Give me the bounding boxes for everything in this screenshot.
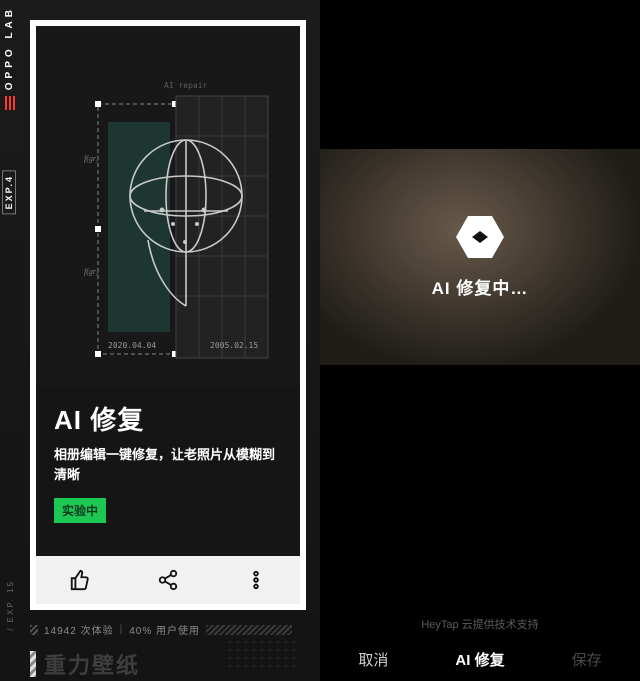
status-badge: 实验中 (54, 498, 106, 523)
share-icon (157, 569, 179, 591)
card-illustration: AI repair (36, 26, 300, 386)
stripe-decoration-icon (30, 625, 38, 635)
illu-label: AI repair (164, 81, 208, 90)
brand-accent-icon (5, 96, 15, 110)
stats-bar: 14942 次体验 | 40% 用户使用 (30, 622, 306, 637)
experiment-chip: EXP.4 (2, 170, 16, 214)
hexagon-icon (456, 216, 504, 258)
cancel-button[interactable]: 取消 (320, 649, 427, 670)
stats-plays: 14942 次体验 (44, 622, 114, 637)
loading-overlay: AI 修复中… (320, 149, 640, 365)
experiment-card[interactable]: AI repair (30, 20, 306, 610)
apply-ai-repair-button[interactable]: AI 修复 (427, 649, 534, 670)
powered-by-label: HeyTap 云提供技术支持 (320, 616, 640, 632)
share-button[interactable] (138, 556, 198, 604)
next-card-title: 重力壁纸 (44, 648, 140, 680)
ai-repair-panel: AI 修复中… HeyTap 云提供技术支持 取消 AI 修复 保存 (320, 0, 640, 681)
experiment-side-label: / EXP. 15 (6, 580, 15, 631)
side-rail: OPPO LAB (4, 6, 15, 110)
svg-text:2020.04.04: 2020.04.04 (108, 341, 156, 350)
card-subtitle: 相册编辑一键修复，让老照片从模糊到清晰 (54, 445, 282, 484)
dots-decoration-icon (226, 638, 302, 672)
more-vertical-icon (245, 569, 267, 591)
more-button[interactable] (226, 556, 286, 604)
bottom-action-bar: 取消 AI 修复 保存 (320, 637, 640, 681)
thumbs-up-icon (69, 569, 91, 591)
card-body: AI 修复 相册编辑一键修复，让老照片从模糊到清晰 实验中 (36, 386, 300, 556)
stripe-marker-icon (30, 651, 36, 677)
oppo-lab-panel: OPPO LAB EXP.4 / EXP. 15 AI repair (0, 0, 320, 681)
card-action-bar (36, 556, 300, 604)
stats-users: 40% 用户使用 (129, 622, 200, 637)
photo-stage: AI 修复中… (320, 149, 640, 365)
brand-logo: OPPO LAB (4, 6, 15, 90)
svg-text:2005.02.15: 2005.02.15 (210, 341, 258, 350)
stats-separator: | (120, 624, 124, 635)
stripe-decoration-icon (206, 625, 292, 635)
svg-text:f(gr): f(gr) (84, 267, 99, 276)
save-button[interactable]: 保存 (533, 649, 640, 670)
next-card-header: 重力壁纸 (30, 648, 140, 680)
like-button[interactable] (50, 556, 110, 604)
svg-text:f(gr): f(gr) (84, 154, 99, 163)
card-title: AI 修复 (54, 400, 282, 437)
loading-text: AI 修复中… (432, 274, 529, 299)
